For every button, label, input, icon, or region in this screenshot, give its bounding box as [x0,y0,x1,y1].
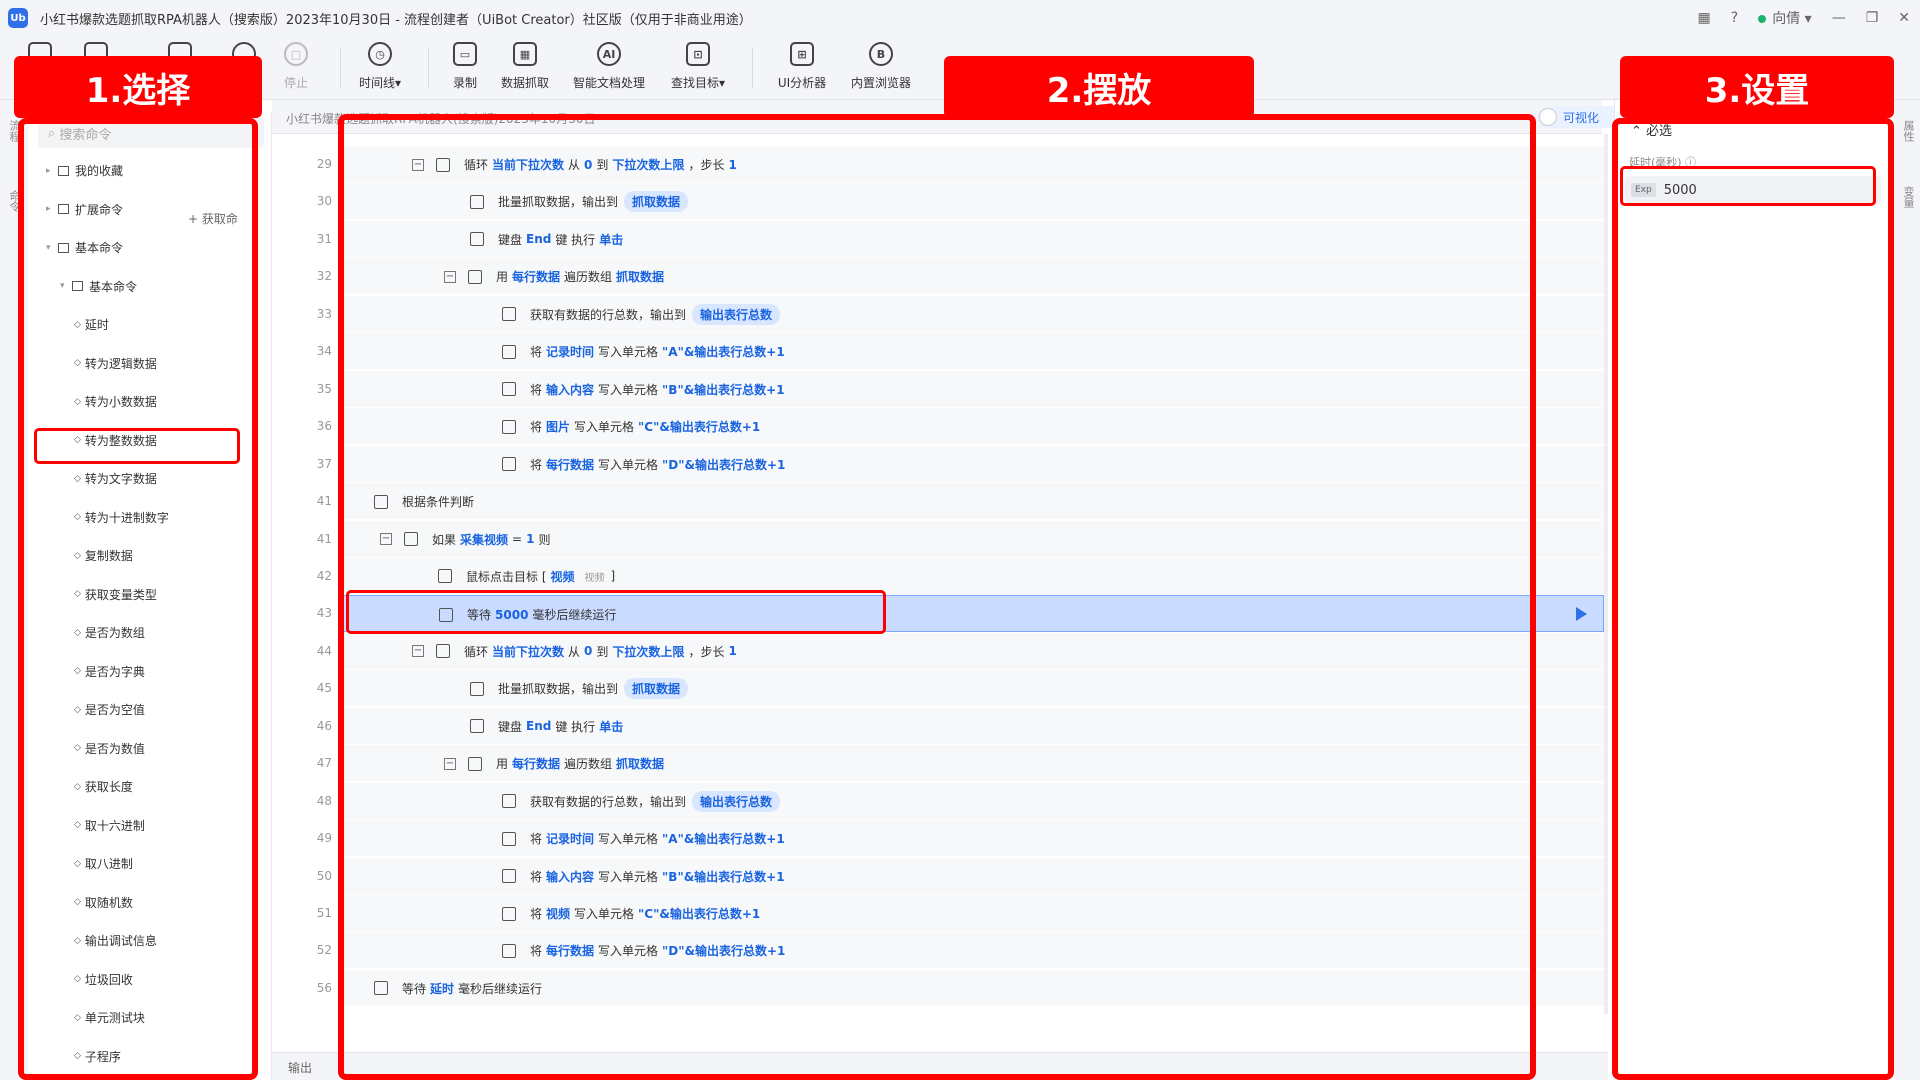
ui-analyzer-icon: ⊞ [790,42,814,66]
line-number: 30 [316,194,332,209]
line-number: 42 [316,568,332,583]
apps-grid-icon[interactable]: ▦ [1698,10,1711,26]
online-status-icon [1758,15,1767,23]
restore-button[interactable]: ❐ [1866,10,1879,26]
line-number: 41 [316,531,332,546]
toggle-knob [1539,108,1557,126]
line-gutter: 29 30 31 32 33 34 35 36 37 41 41 42 43 44 45 46 47 48 49 50… [272,134,342,1052]
record-label: 录制 [452,76,477,90]
line-number: 56 [316,980,332,995]
record-icon: ▭ [453,42,477,66]
ai-icon: AI [597,42,621,66]
line-number: 51 [316,906,332,920]
line-number: 31 [316,231,332,246]
app-logo-icon: Ub [8,8,28,28]
timeline-button[interactable]: ◷ 时间线▾ [340,42,420,91]
line-number: 34 [316,344,332,359]
help-icon[interactable]: ? [1731,10,1738,26]
right-side-tabs: 属性 变量 [1894,100,1920,1080]
title-bar: Ub 小红书爆款选题抓取RPA机器人（搜索版）2023年10月30日 - 流程创… [0,0,1920,36]
browser-label: 内置浏览器 [850,76,911,90]
close-button[interactable]: ✕ [1898,10,1910,26]
line-number: 35 [316,381,332,396]
smart-doc-label: 智能文档处理 [572,76,645,90]
annotation-label-select: 1.选择 [14,56,262,118]
output-label: 输出 [288,1061,313,1075]
annotation-box-settings [1612,118,1894,1080]
find-target-button[interactable]: ⊡ 查找目标▾ [658,42,738,91]
user-menu[interactable]: 向倩 ▾ [1758,8,1812,28]
side-tab-variables[interactable]: 变量 [1900,186,1916,208]
minimize-button[interactable]: — [1832,10,1846,26]
visual-toggle-label: 可视化 [1563,110,1600,125]
stop-icon: □ [284,42,308,66]
run-line-icon[interactable] [1576,607,1587,622]
editor-scrollbar[interactable] [1604,134,1608,1014]
line-number: 44 [316,643,332,658]
line-number: 32 [316,269,332,284]
line-number: 48 [316,793,332,808]
find-target-label: 查找目标▾ [670,76,726,90]
annotation-label-place: 2.摆放 [944,56,1254,118]
browser-icon: B [869,42,893,66]
ui-analyzer-button[interactable]: ⊞ UI分析器 [762,42,842,91]
ui-analyzer-label: UI分析器 [777,76,827,90]
line-number: 33 [316,306,332,321]
line-number: 46 [316,718,332,733]
side-tab-properties[interactable]: 属性 [1900,120,1916,142]
smart-doc-button[interactable]: AI 智能文档处理 [569,42,649,91]
line-number: 37 [316,456,332,471]
annotation-highlight-field [1620,166,1876,206]
line-number: 50 [316,868,332,883]
annotation-box-select [18,118,258,1080]
annotation-highlight-row [346,590,886,634]
stop-button[interactable]: □ 停止 [256,42,336,91]
line-number: 52 [316,943,332,958]
line-number: 47 [316,756,332,771]
window-controls: ▦ ? 向倩 ▾ — ❐ ✕ [1688,0,1920,36]
line-number: 43 [316,606,332,621]
annotation-label-settings: 3.设置 [1620,56,1894,118]
timeline-label: 时间线▾ [358,76,402,90]
stop-label: 停止 [283,76,308,90]
data-capture-label: 数据抓取 [500,76,549,90]
line-number: 36 [316,419,332,434]
line-number: 29 [316,157,332,171]
line-number: 45 [316,681,332,696]
find-target-icon: ⊡ [686,42,710,66]
table-icon: ▦ [513,42,537,66]
line-number: 49 [316,831,332,846]
browser-button[interactable]: B 内置浏览器 [841,42,921,91]
line-number: 41 [316,494,332,509]
data-capture-button[interactable]: ▦ 数据抓取 [485,42,565,91]
clock-icon: ◷ [368,42,392,66]
user-name: 向倩 [1772,11,1801,27]
window-title: 小红书爆款选题抓取RPA机器人（搜索版）2023年10月30日 - 流程创建者（… [40,12,752,28]
annotation-highlight-command [34,428,240,464]
